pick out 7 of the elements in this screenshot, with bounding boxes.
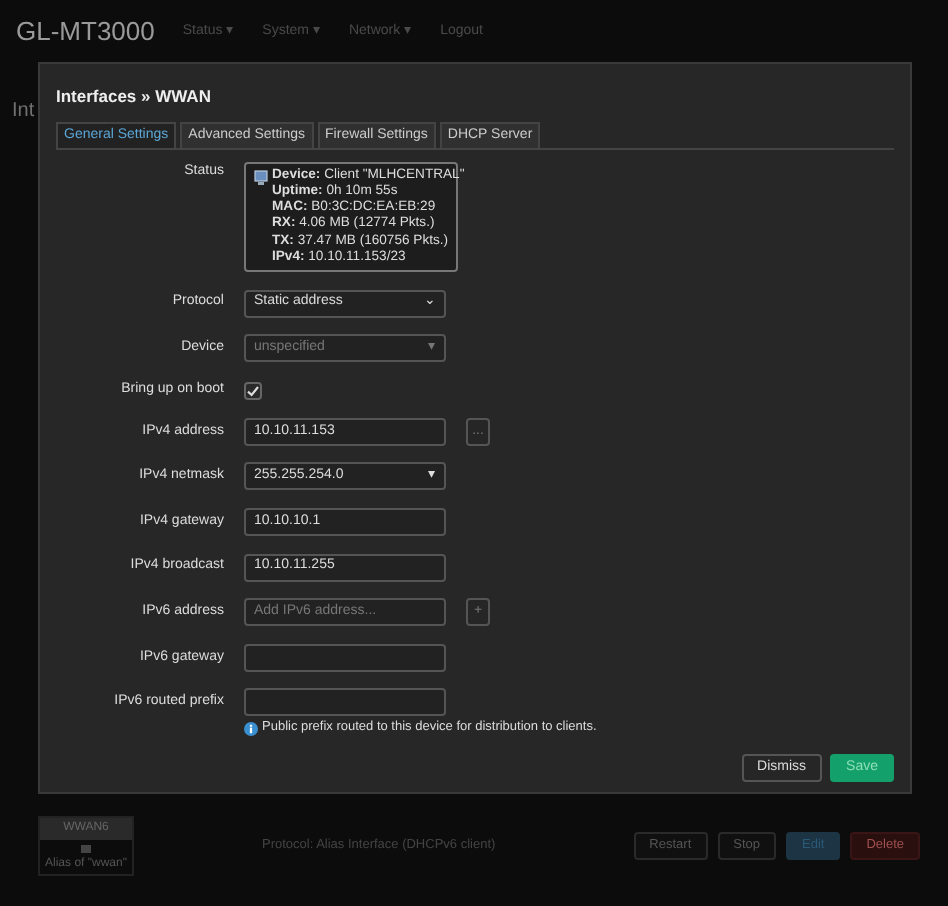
input-field[interactable]: [244, 643, 446, 672]
info-icon: [244, 721, 258, 736]
modal-title: Interfaces » WWAN: [56, 84, 213, 110]
page-heading: Int: [12, 98, 35, 126]
brand-logo[interactable]: GL-MT3000: [16, 12, 155, 52]
checkbox[interactable]: [244, 381, 262, 399]
input-field[interactable]: [244, 688, 446, 717]
